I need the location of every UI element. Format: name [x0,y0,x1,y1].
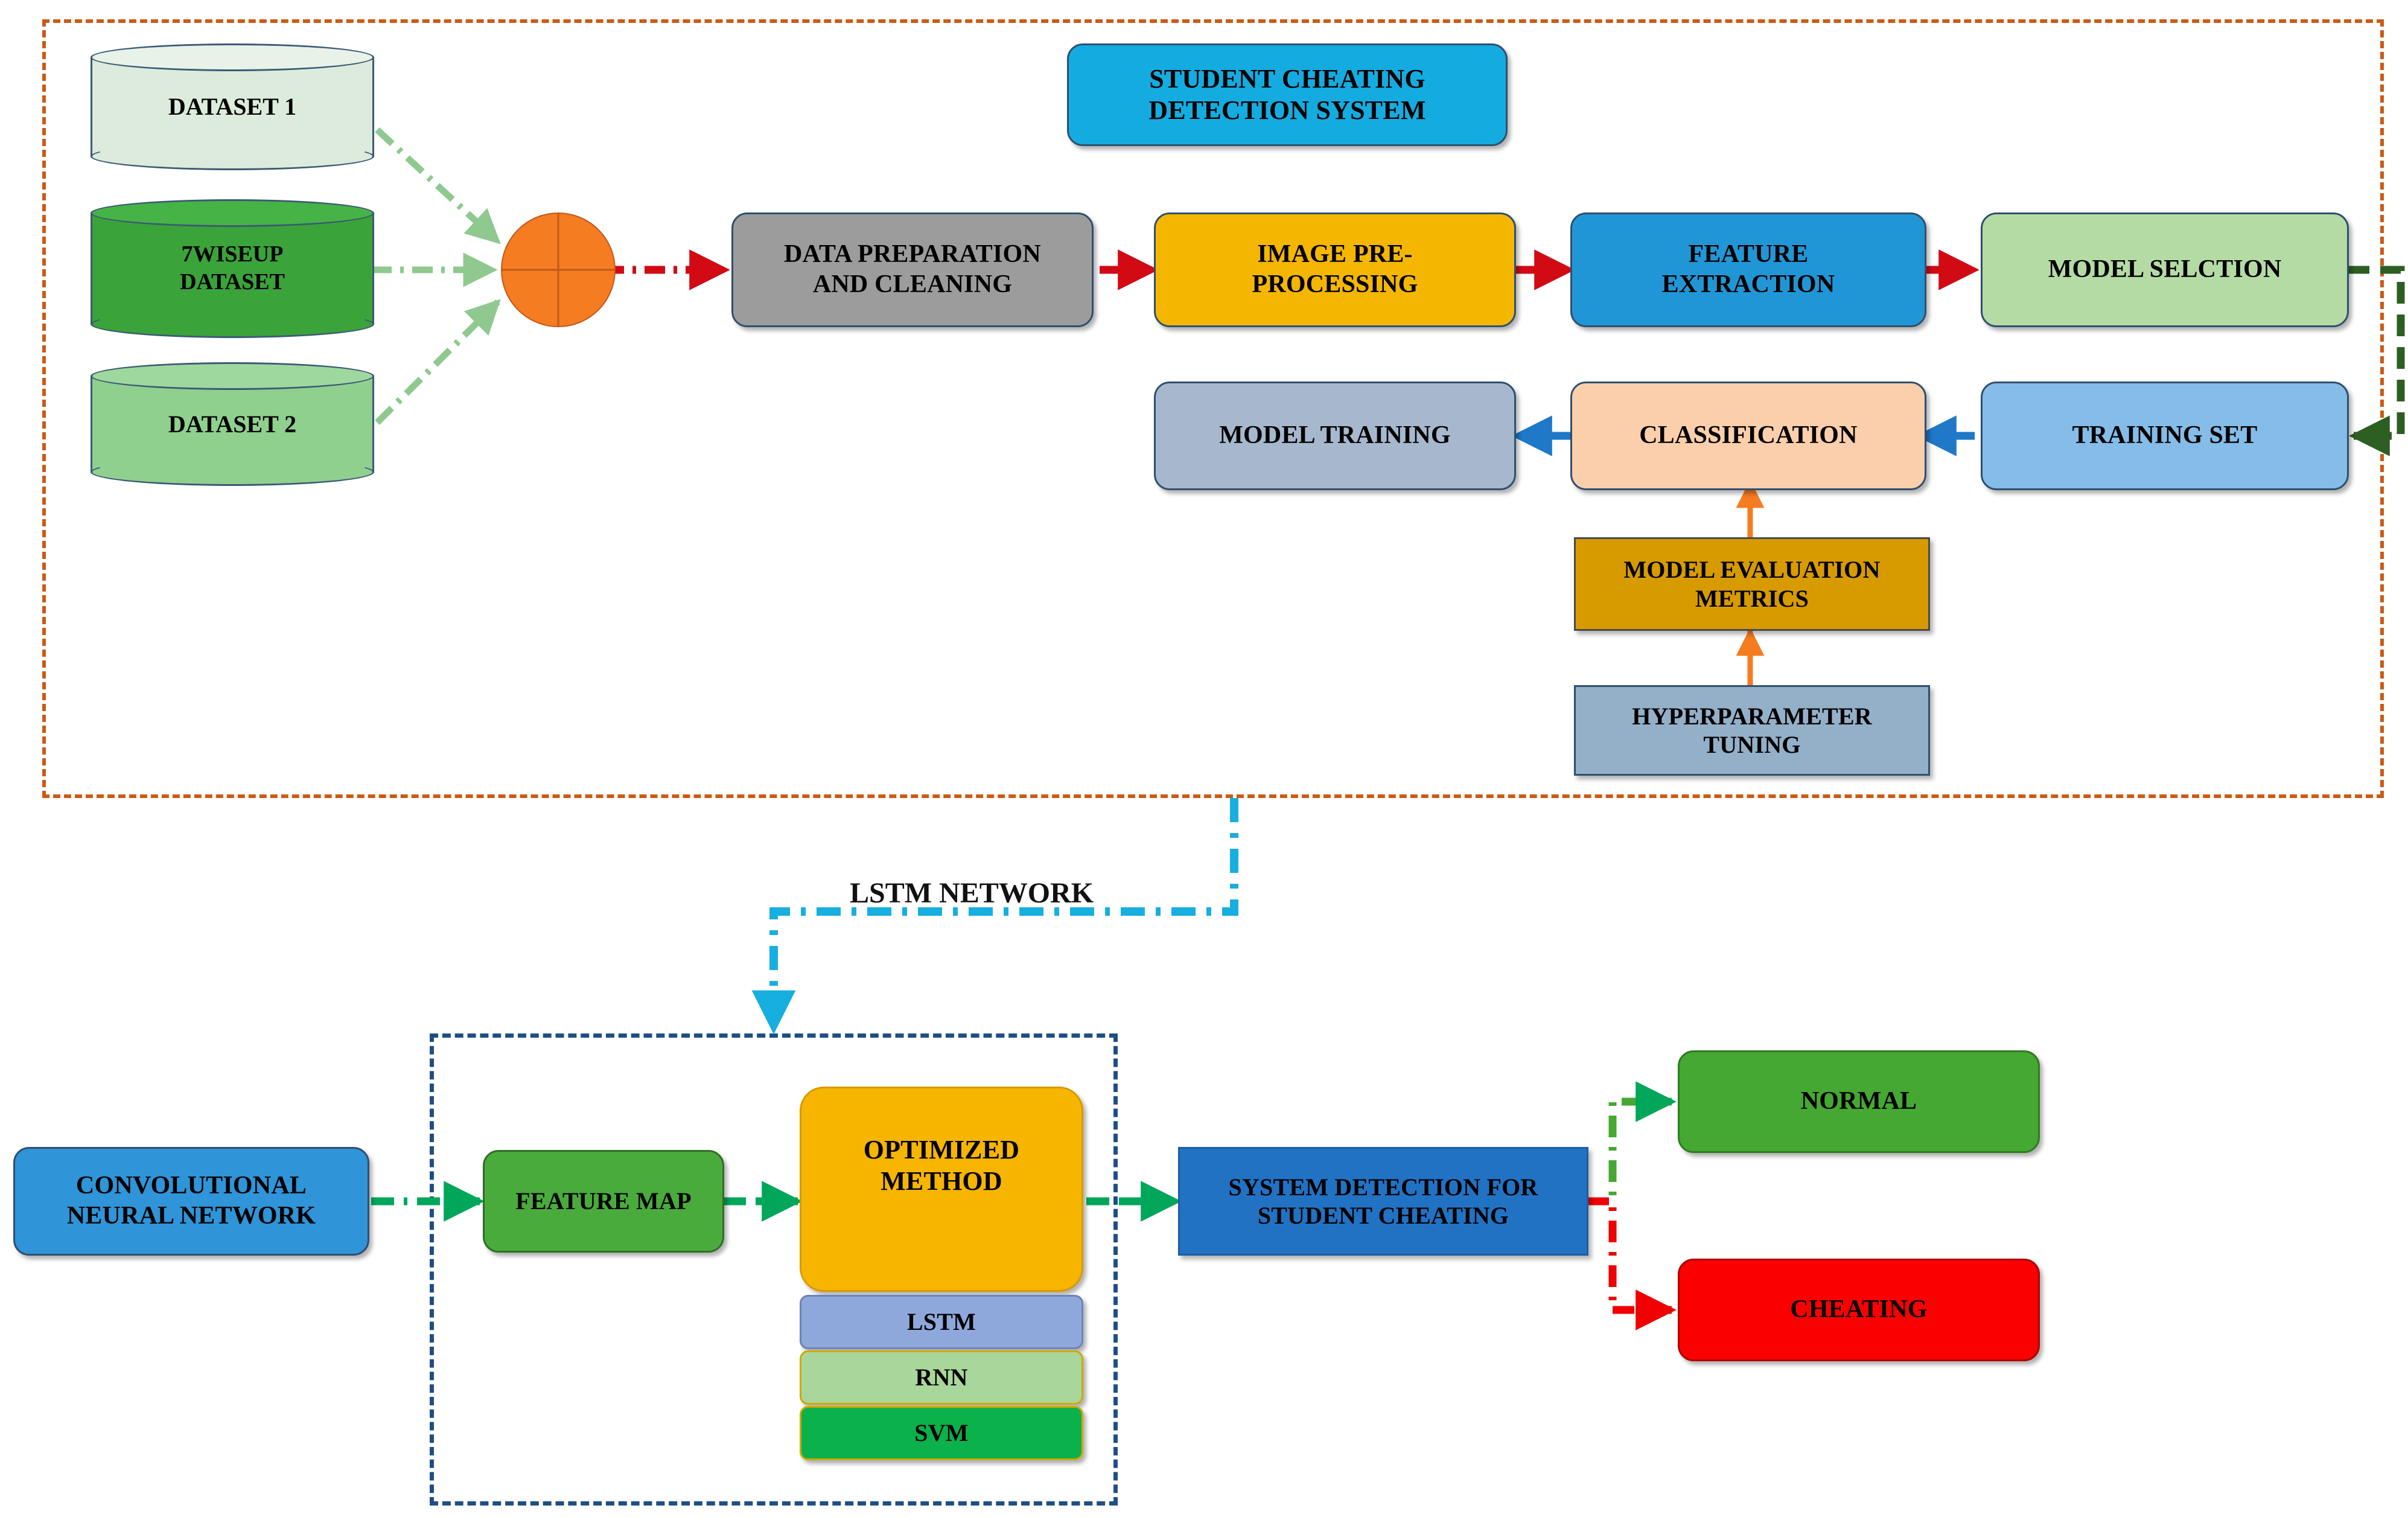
model-selction-box: MODEL SELCTION [1981,212,2349,327]
lstm-network-label: LSTM NETWORK [850,877,1094,909]
method-lstm-box: LSTM [800,1295,1083,1349]
image-pre-processing-box: IMAGE PRE- PROCESSING [1154,212,1516,327]
merge-junction [501,212,616,327]
optimized-method-box: OPTIMIZED METHOD [800,1087,1083,1292]
method-svm-box: SVM [800,1406,1083,1460]
dataset-1-cylinder: DATASET 1 [91,43,374,170]
dataset-1-label: DATASET 1 [168,93,297,120]
connector-detection-to-cheating [1587,1197,1677,1330]
diagram-canvas: DATASET 1 7WISEUP DATASET DATASET 2 STUD… [0,0,2408,1517]
outcome-normal-box: NORMAL [1678,1050,2040,1153]
seven-wiseup-dataset-cylinder: 7WISEUP DATASET [91,199,374,338]
convolutional-neural-network-box: CONVOLUTIONAL NEURAL NETWORK [13,1147,369,1256]
data-preparation-and-cleaning-box: DATA PREPARATION AND CLEANING [731,212,1094,327]
hyperparameter-tuning-box: HYPERPARAMETER TUNING [1574,685,1930,776]
model-evaluation-metrics-box: MODEL EVALUATION METRICS [1574,537,1930,631]
connector-detection-to-normal [1587,1081,1677,1206]
merge-vertical-line [557,214,559,326]
method-rnn-box: RNN [800,1350,1083,1405]
title-box: STUDENT CHEATING DETECTION SYSTEM [1067,43,1508,146]
training-set-box: TRAINING SET [1981,382,2349,490]
dataset-2-cylinder: DATASET 2 [91,362,374,486]
seven-wiseup-dataset-label: 7WISEUP DATASET [180,241,285,295]
connector-lstm-network-link [751,798,1238,1035]
dataset-2-label: DATASET 2 [168,410,297,438]
model-training-box: MODEL TRAINING [1154,382,1516,490]
outcome-cheating-box: CHEATING [1678,1259,2040,1361]
feature-extraction-box: FEATURE EXTRACTION [1570,212,1926,327]
classification-box: CLASSIFICATION [1570,382,1926,490]
system-detection-for-student-cheating-box: SYSTEM DETECTION FOR STUDENT CHEATING [1178,1147,1588,1256]
feature-map-box: FEATURE MAP [483,1150,724,1253]
